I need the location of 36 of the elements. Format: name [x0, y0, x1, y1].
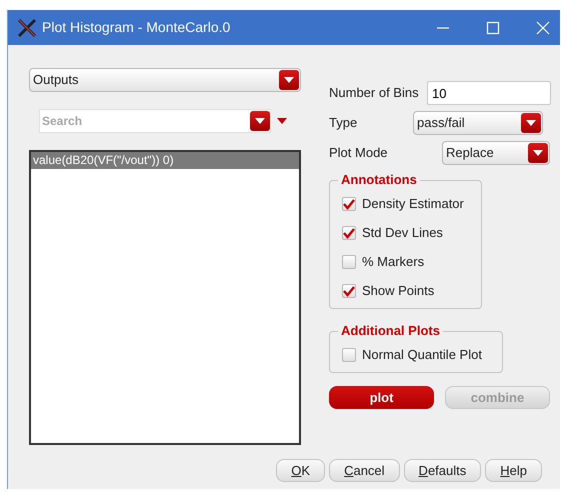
search-field[interactable]: Search: [39, 109, 271, 133]
field-label: Plot Mode: [329, 144, 389, 162]
dialog-button[interactable]: OK: [276, 459, 326, 482]
dropdown-caret-icon[interactable]: [279, 70, 299, 90]
dialog-button[interactable]: Cancel: [329, 459, 400, 482]
app-icon: [16, 16, 38, 38]
checkbox-box[interactable]: [342, 197, 356, 211]
dropdown-caret-icon[interactable]: [250, 111, 270, 131]
dropdown-caret-icon[interactable]: [521, 113, 541, 133]
dropdown-arrow-icon[interactable]: [277, 118, 287, 124]
close-icon[interactable]: [536, 20, 550, 34]
check-icon: [343, 198, 355, 210]
maximize-icon[interactable]: [486, 20, 500, 34]
action-button[interactable]: plot: [329, 386, 434, 409]
field-label: Type: [329, 114, 358, 132]
checkbox-box[interactable]: [342, 226, 356, 240]
window-title: Plot Histogram - MonteCarlo.0: [42, 18, 230, 37]
checkbox[interactable]: % Markers: [342, 251, 469, 273]
dialog-button[interactable]: Defaults: [404, 459, 482, 482]
list-item[interactable]: value(dB20(VF("/vout")) 0): [31, 152, 299, 169]
checkbox[interactable]: Normal Quantile Plot: [342, 344, 490, 366]
checkbox[interactable]: Std Dev Lines: [342, 222, 469, 244]
checkbox[interactable]: Density Estimator: [342, 193, 469, 215]
bins-field[interactable]: 10: [427, 81, 551, 105]
source-dropdown[interactable]: Outputs: [29, 68, 301, 92]
field-label: Number of Bins: [329, 84, 420, 102]
checkbox-box[interactable]: [342, 255, 356, 269]
check-icon: [343, 228, 355, 238]
dropdown-caret-icon[interactable]: [528, 143, 548, 163]
check-icon: [343, 286, 355, 296]
dialog-button[interactable]: Help: [485, 459, 542, 482]
checkbox-box[interactable]: [342, 348, 356, 362]
plot-mode-dropdown[interactable]: Replace: [442, 141, 550, 165]
checkbox-box[interactable]: [342, 284, 356, 298]
type-dropdown[interactable]: pass/fail: [413, 111, 543, 135]
checkbox[interactable]: Show Points: [342, 280, 469, 302]
